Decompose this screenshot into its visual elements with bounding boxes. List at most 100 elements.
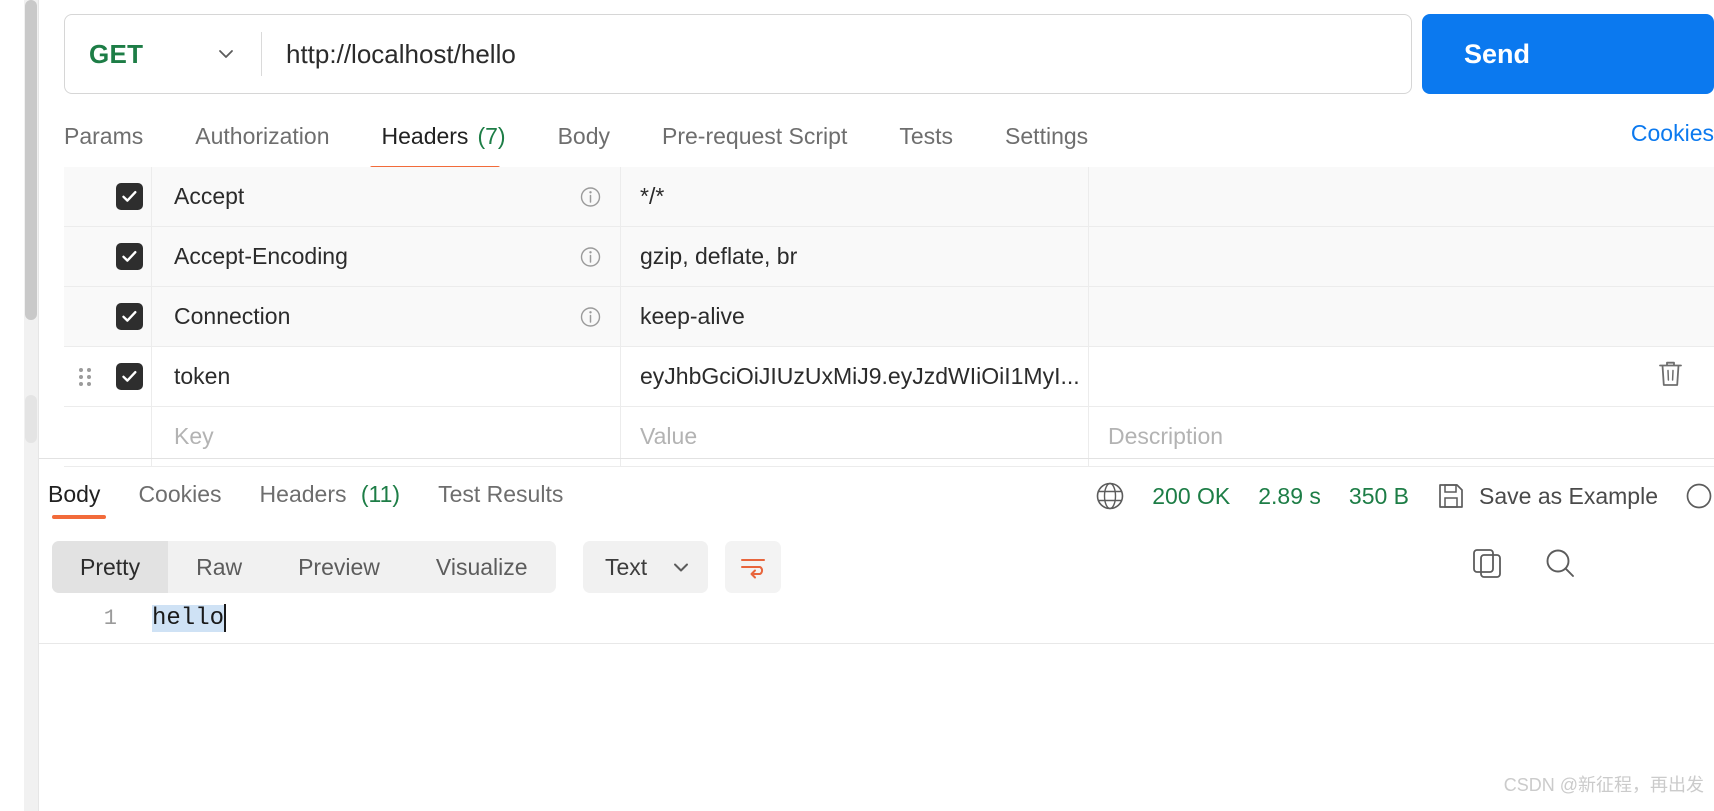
cookies-link[interactable]: Cookies: [1631, 120, 1714, 147]
tab-pre-request-script-label: Pre-request Script: [662, 122, 848, 149]
search-button[interactable]: [1543, 546, 1577, 585]
header-description-cell[interactable]: [1088, 227, 1714, 286]
response-tab-headers-count: (11): [360, 480, 401, 507]
header-value-text: keep-alive: [640, 303, 745, 329]
text-cursor: [224, 604, 227, 632]
response-tab-headers[interactable]: Headers (11): [260, 481, 401, 508]
response-tab-test-results-label: Test Results: [438, 480, 564, 507]
active-response-tab-indicator: [52, 515, 106, 519]
response-status-bar: 200 OK 2.89 s 350 B Save as Example: [1094, 476, 1714, 516]
floppy-disk-icon: [1437, 482, 1465, 510]
url-input[interactable]: http://localhost/hello: [262, 15, 1411, 93]
response-tab-body[interactable]: Body: [48, 481, 100, 508]
tab-headers-label: Headers: [381, 122, 469, 149]
header-value-cell[interactable]: gzip, deflate, br: [620, 227, 1088, 286]
table-row: Accept */*: [64, 167, 1714, 227]
response-tabs: Body Cookies Headers (11) Test Results: [48, 470, 601, 518]
chevron-down-icon: [215, 43, 237, 65]
header-key-cell[interactable]: Accept-Encoding: [151, 227, 620, 286]
code-line-divider: [39, 643, 1714, 644]
format-tab-pretty[interactable]: Pretty: [52, 541, 169, 593]
format-tab-visualize[interactable]: Visualize: [408, 541, 556, 593]
copy-button[interactable]: [1470, 546, 1504, 585]
tab-tests[interactable]: Tests: [899, 112, 953, 160]
tab-tests-label: Tests: [899, 122, 954, 149]
response-tab-test-results[interactable]: Test Results: [438, 481, 563, 508]
response-body-text: hello: [152, 604, 225, 632]
row-enable-checkbox-cell: [107, 347, 151, 406]
info-icon[interactable]: [579, 185, 602, 208]
response-tab-cookies[interactable]: Cookies: [138, 481, 221, 508]
format-tab-preview[interactable]: Preview: [270, 541, 408, 593]
row-enable-checkbox-cell: [107, 227, 151, 286]
new-header-key-placeholder: Key: [174, 423, 214, 449]
header-key-text: Accept-Encoding: [174, 243, 348, 269]
format-tab-raw[interactable]: Raw: [168, 541, 270, 593]
tab-params-label: Params: [64, 122, 144, 149]
info-icon[interactable]: [579, 305, 602, 328]
header-description-cell[interactable]: [1088, 287, 1714, 346]
new-header-value-placeholder: Value: [640, 423, 698, 449]
tab-body[interactable]: Body: [558, 112, 610, 160]
tab-authorization-label: Authorization: [195, 122, 330, 149]
info-icon[interactable]: [579, 245, 602, 268]
http-method-label: GET: [89, 38, 144, 69]
header-value-cell[interactable]: */*: [620, 167, 1088, 226]
scrollbar-thumb-secondary[interactable]: [25, 395, 37, 443]
row-enable-checkbox-cell: [107, 167, 151, 226]
request-tabs: Params Authorization Headers (7) Body Pr…: [64, 112, 1140, 160]
header-value-cell[interactable]: eyJhbGciOiJIUzUxMiJ9.eyJzdWIiOiI1MyI...: [620, 347, 1088, 406]
body-format-tabs: Pretty Raw Preview Visualize: [52, 541, 556, 593]
checkbox-icon[interactable]: [115, 243, 143, 270]
more-options-icon[interactable]: [1684, 481, 1714, 511]
header-value-text: */*: [640, 183, 665, 209]
table-row: token eyJhbGciOiJIUzUxMiJ9.eyJzdWIiOiI1M…: [64, 347, 1714, 407]
row-drag-handle[interactable]: [64, 347, 107, 406]
response-time: 2.89 s: [1258, 482, 1321, 509]
wrap-lines-button[interactable]: [725, 541, 781, 593]
content-type-label: Text: [605, 553, 648, 580]
header-description-cell[interactable]: [1088, 347, 1714, 406]
tab-authorization[interactable]: Authorization: [195, 112, 329, 160]
header-value-text: gzip, deflate, br: [640, 243, 798, 269]
checkbox-icon[interactable]: [115, 363, 143, 390]
save-as-example-label: Save as Example: [1479, 482, 1658, 509]
tab-pre-request-script[interactable]: Pre-request Script: [662, 112, 847, 160]
tab-params[interactable]: Params: [64, 112, 143, 160]
row-handle-slot: [64, 167, 107, 226]
save-as-example-button[interactable]: Save as Example: [1437, 482, 1658, 510]
http-method-dropdown[interactable]: GET: [65, 15, 261, 93]
scrollbar-thumb[interactable]: [25, 0, 37, 320]
content-type-dropdown[interactable]: Text: [583, 541, 708, 593]
left-rail: [0, 0, 24, 811]
watermark: CSDN @新征程，再出发: [1503, 775, 1704, 795]
postman-window: GET http://localhost/hello Send Params A…: [0, 0, 1714, 811]
checkbox-icon[interactable]: [115, 303, 143, 330]
headers-table: Accept */* Accept-Encoding gzip, deflate…: [64, 167, 1714, 467]
checkbox-icon[interactable]: [115, 183, 143, 210]
search-icon: [1546, 549, 1574, 577]
header-key-text: Accept: [174, 183, 245, 209]
chevron-down-icon: [670, 556, 692, 578]
header-key-cell[interactable]: Accept: [151, 167, 620, 226]
response-body-line[interactable]: hello: [152, 604, 227, 632]
table-row: Connection keep-alive: [64, 287, 1714, 347]
tab-settings[interactable]: Settings: [1005, 112, 1088, 160]
globe-icon[interactable]: [1094, 480, 1126, 512]
wrap-text-icon: [741, 559, 765, 579]
header-description-cell[interactable]: [1088, 167, 1714, 226]
delete-row-icon[interactable]: [1657, 359, 1684, 394]
drag-handle-icon[interactable]: [79, 367, 92, 386]
tab-headers[interactable]: Headers (7): [382, 112, 506, 160]
header-key-text: token: [174, 363, 231, 389]
response-tab-body-label: Body: [48, 480, 101, 507]
panel-divider: [38, 0, 39, 811]
url-bar: GET http://localhost/hello: [64, 14, 1412, 94]
row-handle-slot: [64, 287, 107, 346]
copy-icon: [1473, 549, 1501, 578]
header-key-cell[interactable]: Connection: [151, 287, 620, 346]
header-key-cell[interactable]: token: [151, 347, 620, 406]
header-value-cell[interactable]: keep-alive: [620, 287, 1088, 346]
header-value-text: eyJhbGciOiJIUzUxMiJ9.eyJzdWIiOiI1MyI...: [640, 363, 1080, 389]
send-button[interactable]: Send: [1422, 14, 1714, 94]
